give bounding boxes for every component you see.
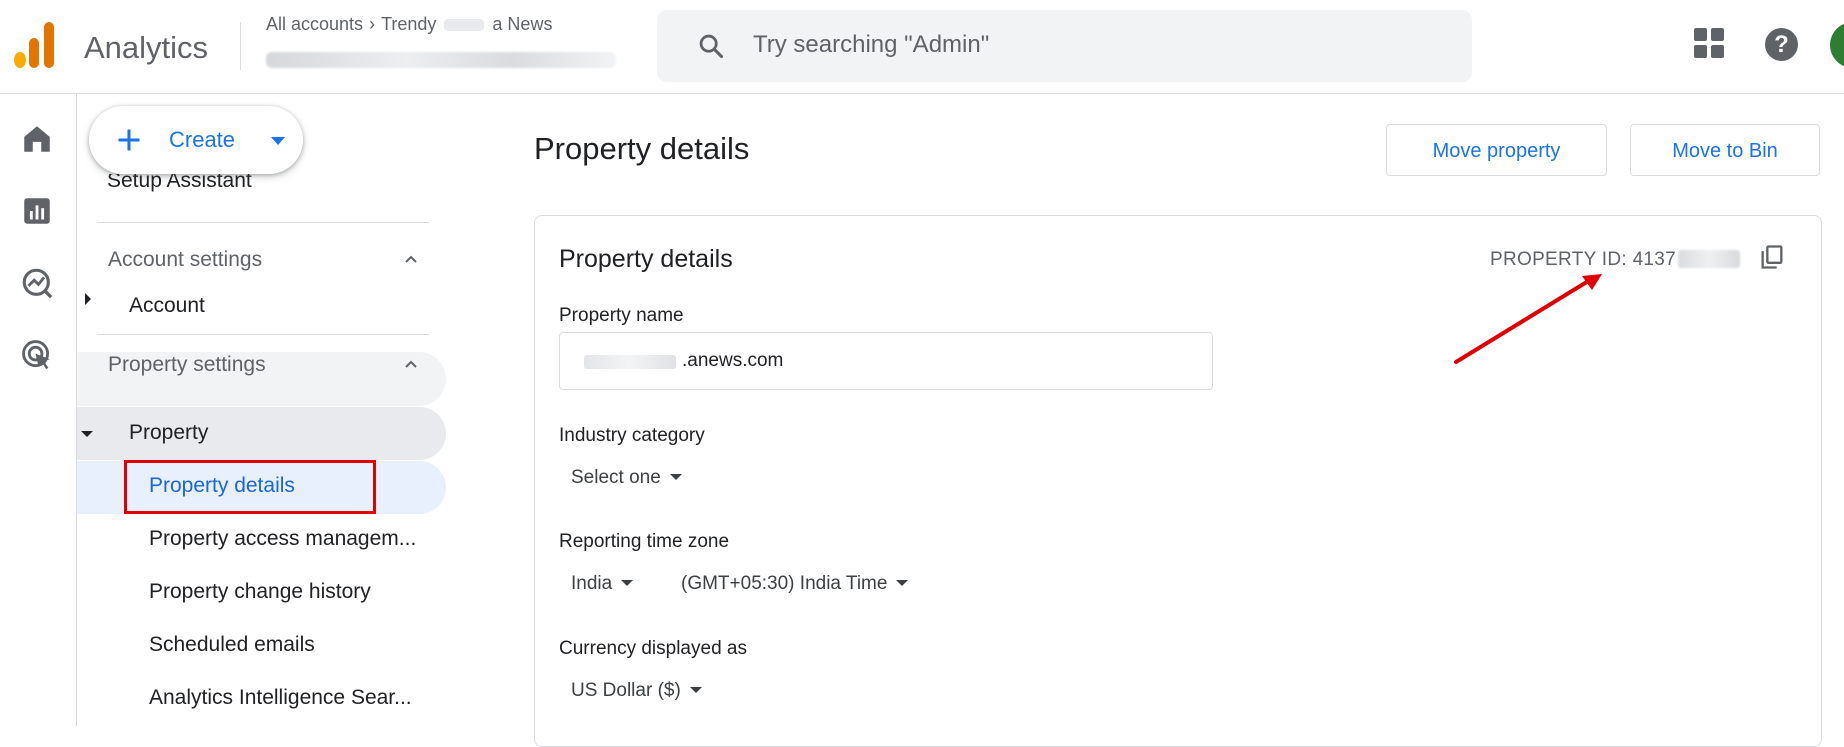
redacted-property-id: [1678, 250, 1741, 268]
copy-icon[interactable]: [1758, 243, 1786, 271]
avatar[interactable]: [1830, 22, 1844, 68]
annotation-arrow: [1454, 274, 1602, 364]
time-zone-dropdown[interactable]: (GMT+05:30) India Time: [681, 573, 909, 595]
breadcrumb-account-suffix: a News: [492, 14, 553, 34]
industry-category-label: Industry category: [559, 425, 705, 446]
apps-grid-icon[interactable]: [1694, 28, 1726, 60]
caret-down-icon: [271, 137, 285, 145]
expand-down-icon[interactable]: [81, 431, 93, 437]
time-zone-value: (GMT+05:30) India Time: [681, 573, 888, 594]
app-name[interactable]: Analytics: [84, 30, 208, 66]
property-name-label: Property name: [559, 305, 684, 326]
page-title: Property details: [534, 131, 750, 166]
nav-divider: [97, 334, 429, 335]
card-title: Property details: [559, 245, 733, 273]
property-selector[interactable]: [266, 46, 622, 68]
chevron-right-icon: ›: [369, 14, 376, 34]
header-divider: [240, 22, 241, 70]
property-settings-header[interactable]: Property settings: [108, 353, 266, 377]
caret-down-icon: [689, 687, 702, 693]
currency-label: Currency displayed as: [559, 638, 747, 659]
redacted-property-name: [266, 52, 616, 68]
time-zone-country-dropdown[interactable]: India: [571, 573, 634, 595]
chevron-up-icon[interactable]: [404, 252, 418, 266]
property-id: PROPERTY ID: 4137: [1490, 249, 1741, 271]
property-name-value: .anews.com: [682, 350, 784, 371]
currency-dropdown[interactable]: US Dollar ($): [571, 680, 702, 702]
create-label: Create: [169, 127, 236, 152]
industry-category-value: Select one: [571, 467, 661, 488]
reports-icon[interactable]: [20, 194, 54, 228]
property-name-field[interactable]: .anews.com: [559, 332, 1213, 390]
breadcrumb-account[interactable]: Trendy: [381, 14, 436, 35]
currency-value: US Dollar ($): [571, 680, 681, 701]
plus-icon: [118, 129, 140, 151]
breadcrumb-root[interactable]: All accounts: [266, 14, 363, 35]
caret-down-icon: [669, 474, 682, 480]
nav-divider: [97, 222, 429, 223]
home-icon[interactable]: [20, 122, 54, 156]
top-app-bar: Analytics All accounts › Trendy a News T…: [0, 0, 1844, 94]
setup-assistant-item[interactable]: Setup Assistant: [107, 174, 252, 192]
help-icon[interactable]: ?: [1765, 28, 1798, 61]
nav-rail: [0, 94, 77, 726]
advertising-icon[interactable]: [20, 338, 54, 372]
explore-icon[interactable]: [20, 266, 54, 300]
caret-down-icon: [621, 580, 634, 586]
search-icon: [699, 34, 724, 59]
account-settings-header[interactable]: Account settings: [108, 248, 262, 272]
sidebar-item-account[interactable]: Account: [129, 294, 205, 318]
create-button[interactable]: Create: [89, 106, 303, 174]
breadcrumb[interactable]: All accounts › Trendy a News: [266, 14, 552, 35]
admin-side-nav: Create Setup Assistant Account settings …: [77, 94, 457, 726]
caret-down-icon: [896, 580, 909, 586]
sidebar-item-property-change-history[interactable]: Property change history: [149, 580, 371, 604]
sidebar-item-property-access[interactable]: Property access managem...: [149, 527, 416, 551]
sidebar-item-analytics-intelligence[interactable]: Analytics Intelligence Sear...: [149, 686, 412, 710]
reporting-time-zone-label: Reporting time zone: [559, 531, 730, 552]
time-zone-country-value: India: [571, 573, 613, 594]
move-property-button[interactable]: Move property: [1386, 124, 1607, 176]
property-id-label: PROPERTY ID: 4137: [1490, 249, 1677, 270]
move-to-bin-button[interactable]: Move to Bin: [1630, 124, 1820, 176]
sidebar-item-property[interactable]: Property: [129, 421, 208, 445]
search-input[interactable]: Try searching "Admin": [753, 31, 989, 59]
chevron-up-icon[interactable]: [404, 357, 418, 371]
industry-category-dropdown[interactable]: Select one: [571, 467, 682, 489]
redacted-text: [444, 18, 485, 31]
search-bar[interactable]: Try searching "Admin": [657, 10, 1472, 82]
annotation-highlight-box: [124, 460, 376, 514]
expand-right-icon[interactable]: [85, 293, 91, 305]
analytics-logo-icon[interactable]: [14, 22, 56, 68]
sidebar-item-scheduled-emails[interactable]: Scheduled emails: [149, 633, 315, 657]
redacted-text: [584, 355, 676, 369]
property-details-card: Property details PROPERTY ID: 4137 Prope…: [534, 215, 1822, 747]
